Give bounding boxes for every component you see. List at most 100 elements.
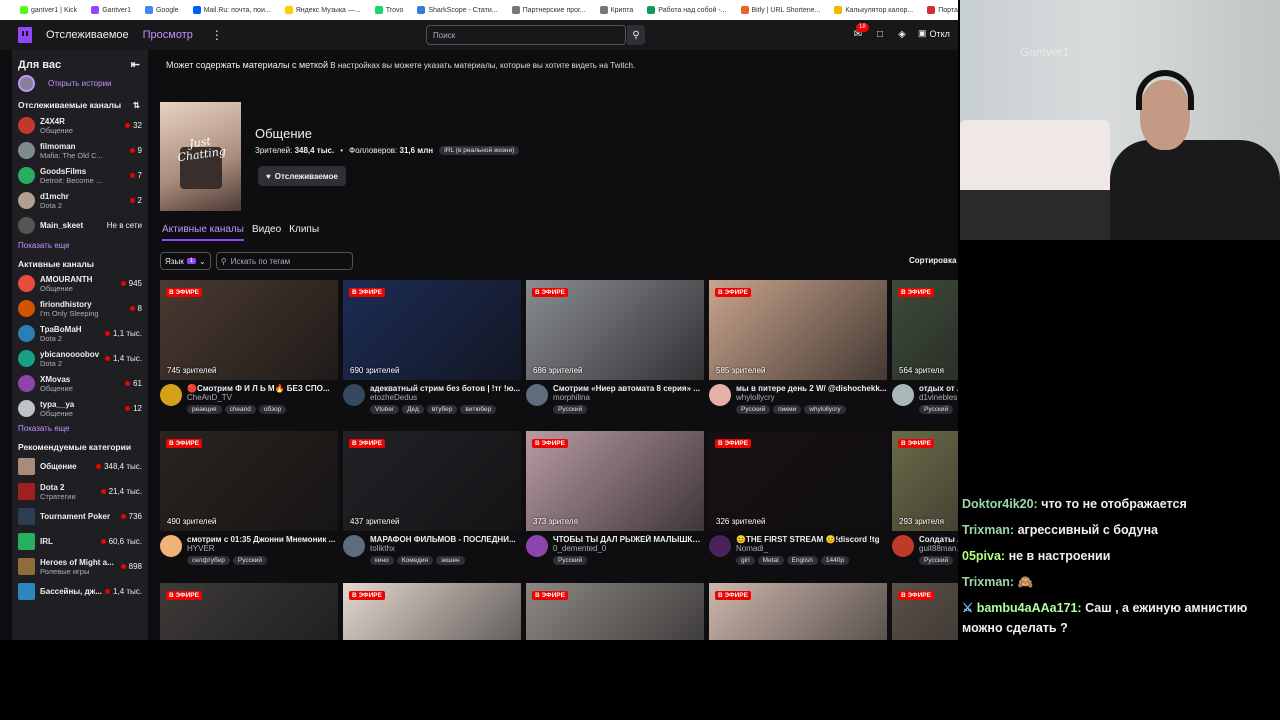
sidebar-followed-channel[interactable]: GoodsFilms Detroit: Become ... 7 (12, 163, 148, 188)
search-icon[interactable]: ⚲ (627, 25, 645, 45)
stream-channel-name[interactable]: HYVER (187, 544, 338, 553)
stream-title[interactable]: смотрим с 01:35 Джонни Мнемоник ... (187, 535, 338, 544)
search-input[interactable]: Поиск (426, 25, 626, 45)
stream-tag[interactable]: Русский (736, 405, 771, 414)
follow-category-button[interactable]: ♥ Отслеживаемое (258, 166, 346, 186)
language-filter-button[interactable]: Язык 1 ⌄ (160, 252, 211, 270)
bookmark-item[interactable]: Яндекс Музыка —... (284, 6, 361, 14)
top-nav-button[interactable]: ▣ Откл (918, 28, 950, 39)
stream-thumbnail[interactable]: В ЭФИРЕ 293 зрителя (892, 431, 958, 531)
stream-title[interactable]: отдых от ... (919, 384, 958, 393)
whispers-icon[interactable]: □ (874, 29, 886, 41)
stream-title[interactable]: МАРАФОН ФИЛЬМОВ - ПОСЛЕДНИ... (370, 535, 521, 544)
bookmark-item[interactable]: Trovo (374, 6, 403, 14)
bookmark-item[interactable]: Портал государс... (927, 6, 958, 14)
show-more-followed-link[interactable]: Показать еще (12, 238, 148, 255)
stream-title[interactable]: 🔴Смотрим Ф И Л Ь М🔥 БЕЗ СПО... (187, 384, 338, 393)
stream-title[interactable]: Солдаты ... (919, 535, 958, 544)
stream-channel-name[interactable]: CheAnD_TV (187, 393, 338, 402)
stream-thumbnail[interactable]: В ЭФИРЕ (892, 583, 958, 640)
stream-card[interactable]: В ЭФИРЕ (343, 583, 521, 640)
channel-avatar[interactable] (892, 384, 914, 406)
stream-title[interactable]: ЧТОБЫ ТЫ ДАЛ РЫЖЕЙ МАЛЫШКЕ... (553, 535, 704, 544)
stream-card[interactable]: В ЭФИРЕ 690 зрителей адекватный стрим без … (343, 280, 521, 414)
stream-tag[interactable]: 1440p (820, 556, 849, 565)
bookmark-item[interactable]: Калькулятор калор... (834, 6, 913, 14)
bookmark-item[interactable]: Партнерские прог... (511, 6, 586, 14)
stream-tag[interactable]: girl (736, 556, 755, 565)
channel-avatar[interactable] (709, 535, 731, 557)
channel-avatar[interactable] (526, 384, 548, 406)
show-more-active-link[interactable]: Показать еще (12, 421, 148, 438)
stream-thumbnail[interactable]: В ЭФИРЕ 745 зрителей (160, 280, 338, 380)
stream-tag[interactable]: Русский (919, 556, 954, 565)
stream-card[interactable]: В ЭФИРЕ 373 зрителя ЧТОБЫ ТЫ ДАЛ РЫЖЕЙ МАЛ… (526, 431, 704, 565)
nav-browse-link[interactable]: Просмотр (143, 29, 193, 41)
stream-thumbnail[interactable]: В ЭФИРЕ 326 зрителей (709, 431, 887, 531)
stream-thumbnail[interactable]: В ЭФИРЕ 437 зрителей (343, 431, 521, 531)
stream-channel-name[interactable]: guit88man... (919, 544, 958, 553)
channel-avatar[interactable] (343, 535, 365, 557)
stream-tag[interactable]: втубер (426, 405, 458, 414)
channel-avatar[interactable] (526, 535, 548, 557)
sidebar-category[interactable]: Heroes of Might a... Ролевые игры 898 (12, 554, 148, 579)
stream-thumbnail[interactable]: В ЭФИРЕ 564 зрителя (892, 280, 958, 380)
stream-thumbnail[interactable]: В ЭФИРЕ 585 зрителей (709, 280, 887, 380)
sidebar-active-channel[interactable]: AMOURANTH Общение 945 (12, 271, 148, 296)
stream-channel-name[interactable]: d1vinebles... (919, 393, 958, 402)
stream-card[interactable]: В ЭФИРЕ 686 зрителей Смотрим «Ниер автомат… (526, 280, 704, 414)
stream-thumbnail[interactable]: В ЭФИРЕ 686 зрителей (526, 280, 704, 380)
channel-avatar[interactable] (160, 384, 182, 406)
stream-tag[interactable]: Русский (553, 405, 588, 414)
twitch-logo-icon[interactable] (18, 27, 32, 43)
stream-tag[interactable]: селфтубер (187, 556, 230, 565)
stream-tag[interactable]: витюбер (460, 405, 497, 414)
sidebar-category[interactable]: Бассейны, дж... 1,4 тыс. (12, 579, 148, 604)
stream-tag[interactable]: Дед (402, 405, 424, 414)
bookmark-item[interactable]: Mail.Ru: почта, пои... (192, 6, 271, 14)
stream-thumbnail[interactable]: В ЭФИРЕ (526, 583, 704, 640)
stream-card[interactable]: В ЭФИРЕ 564 зрителя отдых от ...d1vinebles… (892, 280, 958, 414)
sidebar-active-channel[interactable]: XMovas Общение 61 (12, 371, 148, 396)
stream-card[interactable]: В ЭФИРЕ 490 зрителей смотрим с 01:35 Джонн… (160, 431, 338, 565)
stream-channel-name[interactable]: etozheDedus (370, 393, 521, 402)
stream-card[interactable]: В ЭФИРЕ (709, 583, 887, 640)
tab-live-channels[interactable]: Активные каналы (162, 224, 244, 241)
stream-tag[interactable]: обзор (258, 405, 287, 414)
tag-search-input[interactable]: ⚲ Искать по тегам (215, 252, 353, 270)
stream-channel-name[interactable]: morphilina (553, 393, 704, 402)
stream-thumbnail[interactable]: В ЭФИРЕ 690 зрителей (343, 280, 521, 380)
tab-clips[interactable]: Клипы (289, 224, 319, 241)
stream-card[interactable]: В ЭФИРЕ 326 зрителей 😊THE FIRST STREAM 😊!d… (709, 431, 887, 565)
sidebar-category[interactable]: Tournament Poker 736 (12, 504, 148, 529)
more-menu-icon[interactable]: ⋮ (211, 28, 223, 42)
stream-tag[interactable]: cheand (224, 405, 256, 414)
stories-row[interactable]: Открыть истории (12, 71, 148, 96)
open-stories-link[interactable]: Открыть истории (48, 79, 112, 88)
stream-tag[interactable]: экшен (435, 556, 465, 565)
nav-following-link[interactable]: Отслеживаемое (46, 29, 129, 41)
stream-channel-name[interactable]: whylollycry (736, 393, 887, 402)
sidebar-followed-channel[interactable]: d1mchr Dota 2 2 (12, 188, 148, 213)
bookmark-item[interactable]: Google (144, 6, 179, 14)
stream-tag[interactable]: реакция (187, 405, 222, 414)
bookmark-item[interactable]: SharkScope - Стати... (417, 6, 498, 14)
stream-title[interactable]: 😊THE FIRST STREAM 😊!discord !tg (736, 535, 887, 544)
stream-tag[interactable]: Русский (232, 556, 268, 565)
stream-tag[interactable]: whylollycry (804, 405, 846, 414)
sidebar-category[interactable]: IRL 60,6 тыс. (12, 529, 148, 554)
stream-tag[interactable]: Vtuber (370, 405, 400, 414)
prime-icon[interactable]: ◈ (896, 29, 908, 41)
tab-videos[interactable]: Видео (252, 224, 281, 241)
stream-channel-name[interactable]: tolikthx (370, 544, 521, 553)
bookmark-item[interactable]: Bitly | URL Shortene... (740, 6, 820, 14)
channel-avatar[interactable] (892, 535, 914, 557)
sidebar-active-channel[interactable]: ТраВоМаН Dota 2 1,1 тыс. (12, 321, 148, 346)
stream-card[interactable]: В ЭФИРЕ 293 зрителя Солдаты ...guit88man..… (892, 431, 958, 565)
stream-channel-name[interactable]: 0_demented_0 (553, 544, 704, 553)
stream-title[interactable]: Смотрим «Ниер автомата 8 серия» ... (553, 384, 704, 393)
stream-card[interactable]: В ЭФИРЕ 585 зрителей мы в питере день 2 W/… (709, 280, 887, 414)
bookmark-item[interactable]: Крипта (599, 6, 633, 14)
bookmark-item[interactable]: Gantver1 (91, 6, 131, 14)
stream-tag[interactable]: Русский (919, 405, 954, 414)
